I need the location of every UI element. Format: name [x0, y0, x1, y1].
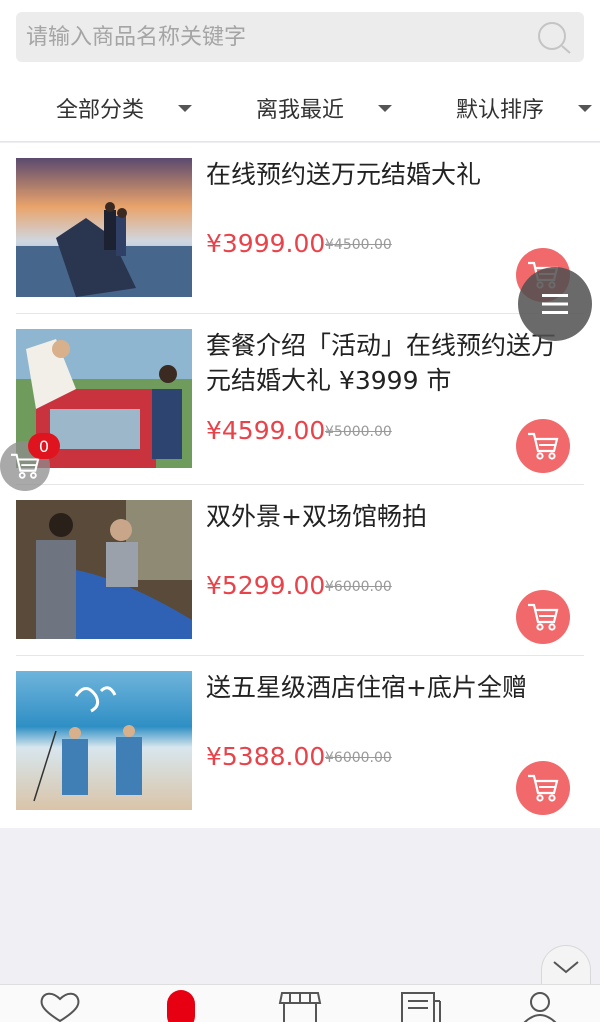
dropdown-arrow-icon	[378, 105, 392, 112]
product-title[interactable]: 双外景+双场馆畅拍	[206, 499, 576, 534]
product-old-price: ¥5000.00	[325, 424, 392, 440]
filter-distance[interactable]: 离我最近	[200, 75, 400, 141]
add-to-cart-button[interactable]	[516, 761, 570, 815]
cart-icon	[528, 603, 559, 631]
nav-news[interactable]	[398, 991, 442, 1022]
product-old-price: ¥4500.00	[325, 237, 392, 253]
nav-profile[interactable]	[518, 991, 562, 1022]
dropdown-arrow-icon	[578, 105, 592, 112]
product-old-price: ¥6000.00	[325, 750, 392, 766]
news-icon	[401, 992, 441, 1022]
search-input[interactable]	[26, 24, 526, 50]
search-icon[interactable]	[536, 20, 572, 56]
product-image[interactable]	[16, 671, 192, 810]
add-to-cart-button[interactable]	[516, 590, 570, 644]
filter-label: 离我最近	[255, 98, 344, 123]
cart-count-badge: 0	[28, 433, 60, 459]
top-bar	[0, 0, 600, 75]
product-item[interactable]: 送五星级酒店住宿+底片全赠 ¥5388.00 ¥6000.00	[0, 656, 600, 827]
filter-category[interactable]: 全部分类	[0, 75, 200, 141]
product-price: ¥4599.00	[206, 416, 326, 445]
chevron-down-icon	[553, 960, 579, 973]
filter-label: 默认排序	[455, 98, 544, 123]
search-box[interactable]	[16, 12, 584, 62]
product-price: ¥5388.00	[206, 742, 326, 771]
menu-icon	[542, 294, 568, 314]
product-image[interactable]	[16, 500, 192, 639]
filter-label: 全部分类	[55, 98, 144, 123]
product-item[interactable]: 套餐介绍「活动」在线预约送万元结婚大礼 ¥3999 市 ¥4599.00 ¥50…	[0, 314, 600, 485]
product-title[interactable]: 送五星级酒店住宿+底片全赠	[206, 670, 576, 705]
filter-sort[interactable]: 默认排序	[400, 75, 600, 141]
filter-bar: 全部分类 离我最近 默认排序	[0, 75, 600, 142]
product-old-price: ¥6000.00	[325, 579, 392, 595]
floating-menu-button[interactable]	[518, 267, 592, 341]
user-icon	[523, 992, 557, 1022]
add-to-cart-button[interactable]	[516, 419, 570, 473]
product-list: 在线预约送万元结婚大礼 ¥3999.00 ¥4500.00 套餐介绍「活动」在线…	[0, 143, 600, 828]
shop-icon	[278, 992, 322, 1022]
bottom-navigation	[0, 984, 600, 1022]
product-item[interactable]: 双外景+双场馆畅拍 ¥5299.00 ¥6000.00	[0, 485, 600, 656]
heart-icon	[40, 992, 80, 1022]
cart-icon	[528, 432, 559, 460]
product-title[interactable]: 在线预约送万元结婚大礼	[206, 157, 576, 192]
scroll-down-button[interactable]	[541, 945, 591, 987]
nav-shop[interactable]	[278, 991, 322, 1022]
nav-favorites[interactable]	[38, 991, 82, 1022]
nav-home-active-indicator[interactable]	[167, 990, 195, 1022]
product-price: ¥5299.00	[206, 571, 326, 600]
product-item[interactable]: 在线预约送万元结婚大礼 ¥3999.00 ¥4500.00	[0, 143, 600, 314]
dropdown-arrow-icon	[178, 105, 192, 112]
cart-icon	[528, 774, 559, 802]
product-price: ¥3999.00	[206, 229, 326, 258]
product-title[interactable]: 套餐介绍「活动」在线预约送万元结婚大礼 ¥3999 市	[206, 328, 576, 398]
product-image[interactable]	[16, 158, 192, 297]
